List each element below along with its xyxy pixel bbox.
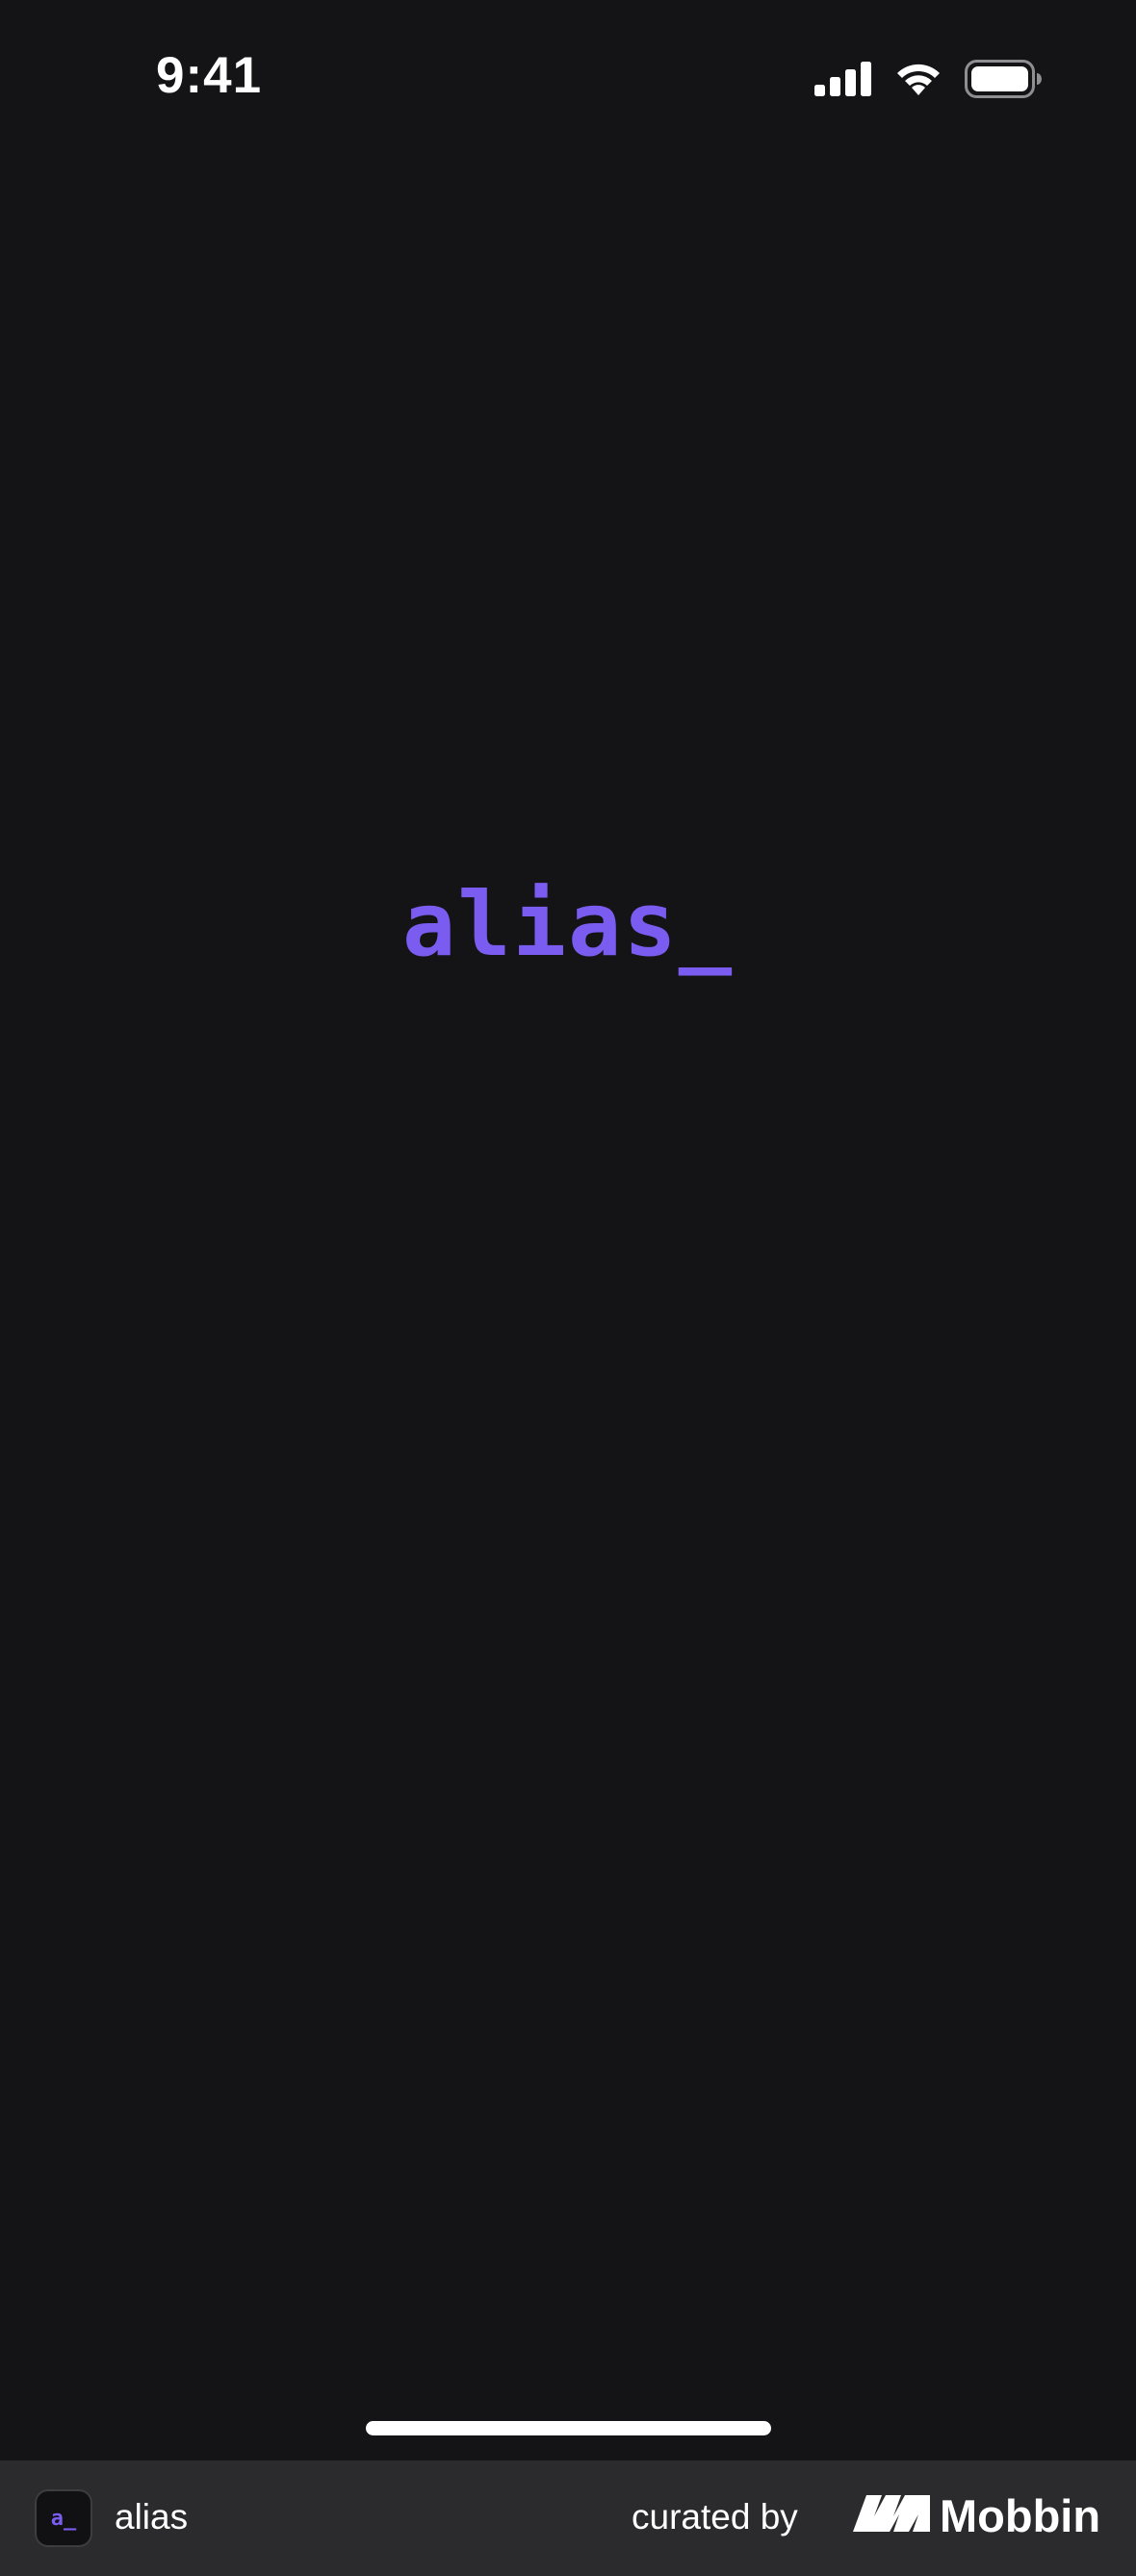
status-time: 9:41	[156, 47, 263, 104]
mobbin-wordmark: Mobbin	[940, 2489, 1101, 2541]
status-bar: 9:41	[0, 0, 1136, 164]
attribution-footer: a_ alias curated by Mobbin	[0, 2460, 1136, 2576]
cellular-signal-icon	[814, 62, 872, 101]
home-indicator[interactable]	[366, 2421, 771, 2435]
logo-container: alias_	[0, 881, 1136, 969]
battery-icon	[965, 60, 1042, 103]
wifi-icon	[893, 61, 943, 102]
app-logo: alias_	[401, 873, 735, 976]
mobbin-logo-icon	[853, 2494, 930, 2537]
status-icons	[814, 60, 1042, 103]
curated-by-label: curated by	[632, 2497, 798, 2537]
mobbin-brand[interactable]: Mobbin	[853, 2491, 1100, 2539]
app-icon: a_	[35, 2489, 92, 2547]
footer-app-name: alias	[115, 2497, 189, 2537]
splash-screen: 9:41 alias_ a_ alias curated by Mobbin	[0, 0, 1136, 2576]
app-icon-glyph: a_	[50, 2506, 77, 2531]
